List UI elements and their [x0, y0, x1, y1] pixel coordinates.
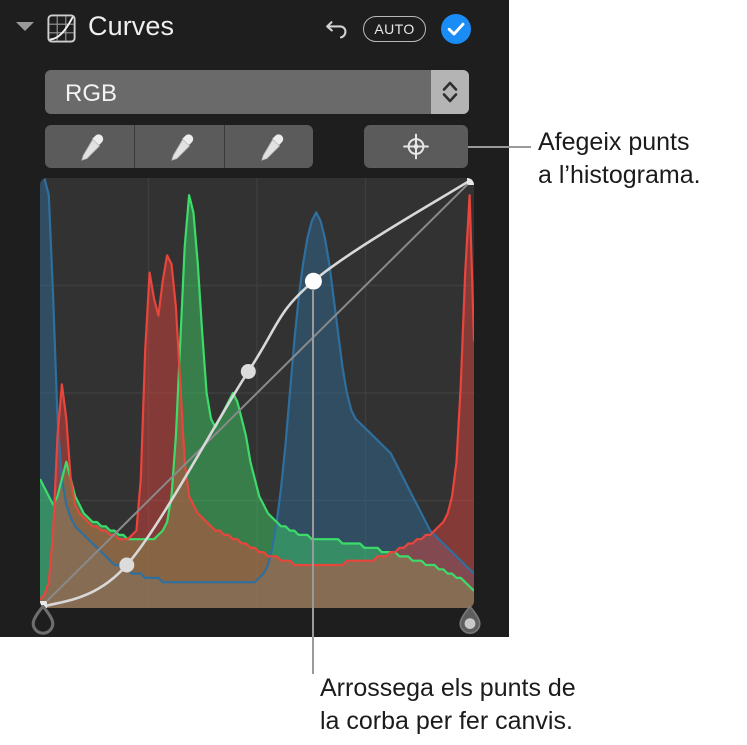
set-black-point-eyedropper[interactable]	[45, 125, 134, 168]
histogram-plot	[40, 178, 474, 608]
callout-drag-points-text: Arrossega els punts de la corba per fer …	[320, 674, 576, 735]
channel-select-value: RGB	[65, 80, 118, 107]
up-down-chevron-icon[interactable]	[431, 70, 469, 114]
droplet-outline-icon	[30, 604, 56, 639]
screenshot-root: Curves AUTO RGB Afegeix punts a l’histog…	[0, 0, 747, 745]
callout-leader-line-top	[468, 146, 531, 148]
add-points-button[interactable]	[364, 125, 468, 168]
eyedropper-icon	[135, 134, 224, 172]
curve-point-highlight-point	[304, 272, 322, 290]
droplet-filled-icon	[457, 605, 483, 639]
curves-histogram-graph[interactable]	[40, 178, 474, 608]
curve-point-shadow-point	[119, 557, 135, 573]
set-white-point-eyedropper[interactable]	[224, 125, 314, 168]
auto-button[interactable]: AUTO	[363, 16, 426, 42]
eyedropper-button-group	[45, 125, 313, 168]
crosshair-target-icon	[364, 133, 468, 172]
white-point-handle[interactable]	[457, 605, 483, 635]
black-point-handle[interactable]	[30, 604, 56, 635]
channel-select[interactable]: RGB	[45, 70, 469, 114]
curves-inspector-panel: Curves AUTO RGB	[0, 0, 509, 637]
eyedropper-icon	[225, 134, 314, 172]
disclosure-triangle-down-icon[interactable]	[16, 22, 34, 31]
callout-leader-line-bottom	[312, 289, 314, 674]
curves-icon	[47, 14, 76, 43]
curve-point-midtone-point	[240, 364, 256, 379]
undo-arrow-icon[interactable]	[323, 14, 353, 44]
eyedropper-icon	[45, 134, 134, 172]
set-gray-point-eyedropper[interactable]	[134, 125, 224, 168]
page-title: Curves	[88, 11, 175, 41]
panel-header: Curves AUTO	[0, 0, 509, 58]
apply-checkmark-button[interactable]	[441, 14, 471, 44]
callout-add-points-text: Afegeix punts a l’histograma.	[538, 128, 701, 189]
curve-point-white-point	[467, 178, 474, 185]
